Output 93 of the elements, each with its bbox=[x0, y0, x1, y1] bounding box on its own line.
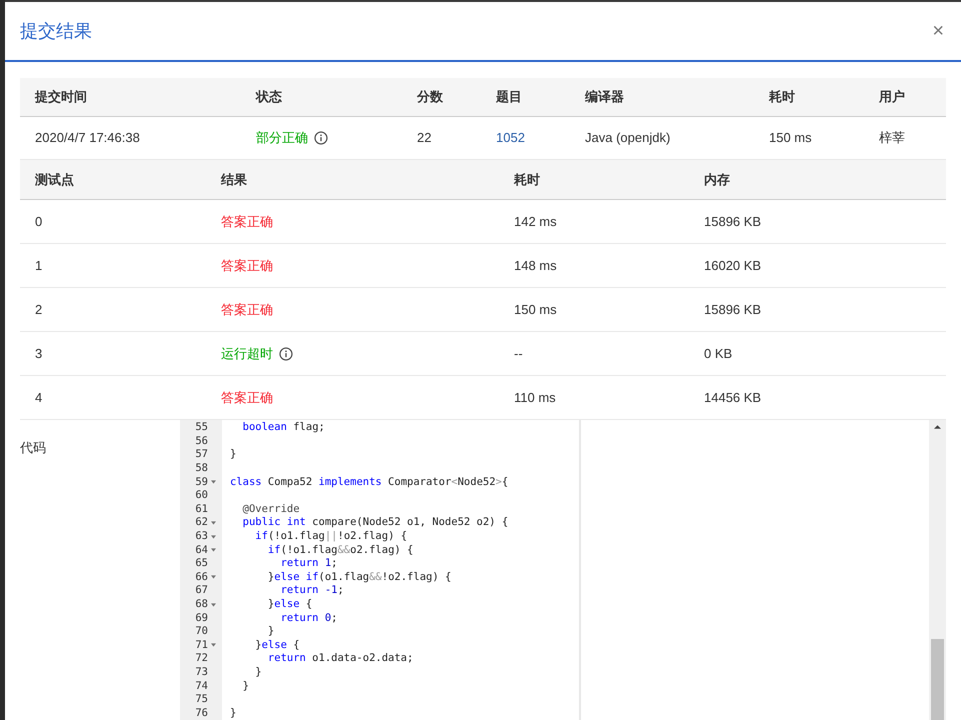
table-cell-text: 2020/4/7 17:46:38 bbox=[35, 129, 140, 148]
scroll-up-arrow-icon[interactable] bbox=[934, 425, 941, 429]
line-number: 71 bbox=[195, 638, 208, 652]
result-text: 答案正确 bbox=[221, 212, 273, 231]
line-number: 75 bbox=[195, 693, 208, 706]
table-cell: 142 ms bbox=[514, 214, 557, 229]
column-header: 分数 bbox=[417, 88, 444, 106]
info-icon[interactable] bbox=[279, 346, 293, 360]
line-number: 67 bbox=[195, 584, 208, 598]
code-line: @Override bbox=[242, 502, 300, 516]
line-number: 76 bbox=[195, 706, 208, 720]
line-number: 59 bbox=[195, 476, 208, 489]
line-number: 56 bbox=[195, 434, 208, 448]
line-number: 63 bbox=[195, 530, 208, 544]
line-number: 58 bbox=[195, 462, 208, 476]
line-number: 60 bbox=[195, 489, 208, 502]
column-header: 用户 bbox=[879, 88, 906, 106]
code-line: public int compare(Node52 o1, Node52 o2) { bbox=[242, 516, 508, 530]
close-button[interactable]: × bbox=[932, 21, 946, 41]
status-text: 部分正确 bbox=[256, 129, 308, 148]
result-text: 答案正确 bbox=[221, 300, 273, 319]
fold-caret-icon[interactable] bbox=[210, 643, 216, 648]
line-number: 73 bbox=[195, 666, 208, 679]
table-cell: 2 bbox=[35, 302, 42, 317]
line-number: 64 bbox=[195, 544, 208, 557]
dialog-title: 提交结果 bbox=[20, 20, 92, 42]
fold-caret-icon[interactable] bbox=[210, 602, 216, 607]
table-cell: 0 bbox=[35, 214, 42, 229]
line-number: 57 bbox=[195, 448, 208, 462]
scrollbar-thumb[interactable] bbox=[931, 639, 944, 720]
code-line: } bbox=[242, 680, 249, 693]
line-number: 55 bbox=[195, 421, 208, 434]
table-cell: 148 ms bbox=[514, 258, 557, 273]
table-cell: 0 KB bbox=[704, 346, 732, 361]
table-cell: -- bbox=[514, 346, 523, 361]
table-cell: 3 bbox=[35, 346, 42, 361]
code-line: return 1; bbox=[280, 557, 338, 570]
code-line: return -1; bbox=[280, 584, 344, 598]
fold-caret-icon[interactable] bbox=[210, 480, 216, 484]
code-line: } bbox=[266, 625, 274, 638]
column-header: 提交时间 bbox=[35, 88, 88, 106]
code-line: return o1.data-o2.data; bbox=[266, 652, 414, 666]
code-label: 代码 bbox=[20, 440, 46, 455]
line-number: 69 bbox=[195, 612, 208, 625]
line-number: 62 bbox=[195, 516, 208, 530]
code-line: }else { bbox=[254, 638, 300, 652]
column-header: 测试点 bbox=[35, 170, 75, 189]
table-cell: 15896 KB bbox=[704, 302, 762, 317]
code-line: }else if(o1.flag&&!o2.flag) { bbox=[266, 570, 452, 584]
line-number: 70 bbox=[195, 625, 208, 638]
line-number: 74 bbox=[195, 680, 208, 693]
line-number: 68 bbox=[195, 598, 208, 612]
code-line: if(!o1.flag||!o2.flag) { bbox=[254, 530, 408, 544]
table-cell: 4 bbox=[35, 390, 42, 405]
code-line: if(!o1.flag&&o2.flag) { bbox=[266, 544, 414, 557]
column-header: 状态 bbox=[256, 88, 283, 106]
column-header: 题目 bbox=[496, 88, 523, 106]
code-line: return 0; bbox=[280, 612, 338, 625]
table-cell-text: 150 ms bbox=[769, 129, 812, 148]
table-cell: 1 bbox=[35, 258, 42, 273]
column-header: 内存 bbox=[704, 170, 731, 189]
code-line: } bbox=[230, 448, 236, 462]
fold-caret-icon[interactable] bbox=[210, 548, 216, 552]
result-text: 答案正确 bbox=[221, 388, 273, 407]
info-icon[interactable] bbox=[314, 131, 328, 145]
line-number: 61 bbox=[195, 502, 208, 516]
table-cell-text: 22 bbox=[417, 129, 432, 148]
table-cell: 15896 KB bbox=[704, 214, 762, 229]
table-cell: 110 ms bbox=[514, 390, 556, 405]
code-line: }else { bbox=[266, 598, 312, 612]
code-line: } bbox=[254, 666, 262, 679]
result-text: 答案正确 bbox=[221, 256, 273, 275]
problem-link[interactable]: 1052 bbox=[496, 128, 525, 148]
fold-caret-icon[interactable] bbox=[210, 534, 216, 539]
column-header: 编译器 bbox=[585, 88, 625, 106]
result-text: 运行超时 bbox=[221, 344, 273, 363]
line-number: 65 bbox=[195, 557, 208, 570]
code-line: } bbox=[230, 706, 236, 720]
fold-caret-icon[interactable] bbox=[210, 520, 216, 525]
table-cell-text: Java (openjdk) bbox=[585, 129, 670, 148]
line-number: 66 bbox=[195, 570, 208, 584]
line-number: 72 bbox=[195, 652, 208, 666]
table-cell: 16020 KB bbox=[704, 258, 762, 273]
code-line: boolean flag; bbox=[242, 421, 325, 434]
code-line: class Compa52 implements Comparator<Node52>{ bbox=[230, 476, 508, 489]
scrollbar[interactable] bbox=[929, 420, 946, 720]
column-header: 耗时 bbox=[769, 88, 796, 106]
column-header: 结果 bbox=[221, 170, 248, 189]
table-cell: 14456 KB bbox=[704, 390, 762, 405]
table-cell: 150 ms bbox=[514, 302, 557, 317]
table-cell-text: 梓莘 bbox=[879, 129, 905, 148]
fold-caret-icon[interactable] bbox=[210, 575, 216, 580]
column-header: 耗时 bbox=[514, 170, 541, 189]
